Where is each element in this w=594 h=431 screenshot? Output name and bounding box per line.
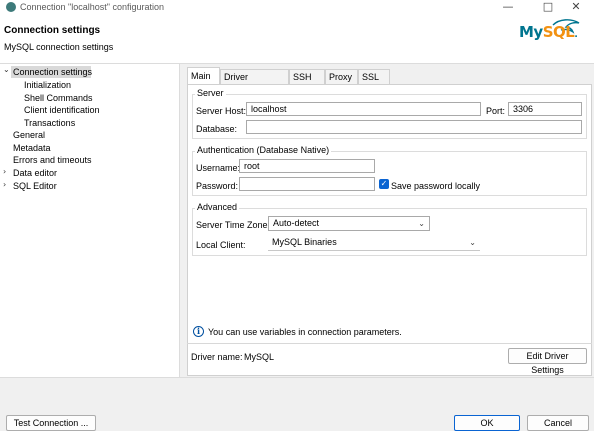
edit-driver-settings-button[interactable]: Edit Driver Settings (508, 348, 587, 375)
server-host-input[interactable]: localhost (246, 102, 481, 116)
chevron-right-icon[interactable]: › (3, 180, 11, 189)
authentication-group-title: Authentication (Database Native) (195, 145, 332, 155)
server-host-label: Server Host: (196, 106, 247, 116)
mysql-logo: MySQL. (519, 19, 581, 45)
server-timezone-select[interactable]: Auto-detect ⌄ (268, 216, 430, 231)
username-input[interactable]: root (239, 159, 375, 173)
page-title: Connection settings (4, 25, 101, 36)
tab-main[interactable]: Main (187, 67, 220, 84)
tree-item-data-editor[interactable]: Data editor (13, 167, 57, 179)
tab-ssh[interactable]: SSH (289, 69, 325, 84)
chevron-down-icon: ⌄ (469, 238, 476, 247)
server-group-title: Server (195, 88, 226, 98)
window-title: Connection "localhost" configuration (20, 2, 164, 12)
database-input[interactable] (246, 120, 582, 134)
tree-item-metadata[interactable]: Metadata (13, 142, 51, 154)
chevron-right-icon[interactable]: › (3, 167, 11, 176)
port-label: Port: (486, 106, 506, 116)
driver-name-value: MySQL (244, 352, 275, 362)
tree-item-errors-and-timeouts[interactable]: Errors and timeouts (13, 154, 92, 166)
save-password-label: Save password locally (391, 181, 481, 191)
chevron-down-icon: ⌄ (418, 219, 425, 228)
divider (187, 343, 592, 344)
username-label: Username: (196, 163, 241, 173)
ok-button[interactable]: OK (454, 415, 520, 431)
local-client-select[interactable]: MySQL Binaries ⌄ (268, 236, 480, 251)
password-input[interactable] (239, 177, 375, 191)
variables-info-text: You can use variables in connection para… (208, 327, 402, 337)
mysql-logo-text: MySQL. (519, 23, 578, 41)
settings-tree: Connection settings ⌄ Initialization She… (0, 64, 180, 377)
local-client-label: Local Client: (196, 240, 246, 250)
tree-item-transactions[interactable]: Transactions (24, 117, 75, 129)
tab-driver-properties[interactable]: Driver properties (220, 69, 289, 97)
save-password-checkbox[interactable]: ✓ (379, 179, 389, 189)
port-input[interactable]: 3306 (508, 102, 582, 116)
close-button[interactable]: ✕ (556, 0, 594, 14)
tree-item-shell-commands[interactable]: Shell Commands (24, 92, 93, 104)
server-timezone-label: Server Time Zone: (196, 220, 271, 230)
chevron-down-icon[interactable]: ⌄ (3, 65, 11, 74)
title-bar: Connection "localhost" configuration — □… (0, 0, 594, 14)
test-connection-button[interactable]: Test Connection ... (6, 415, 96, 431)
tree-item-general[interactable]: General (13, 129, 45, 141)
driver-name-label: Driver name: (191, 352, 243, 362)
page-subtitle: MySQL connection settings (4, 42, 114, 52)
dialog-header: Connection settings MySQL connection set… (0, 14, 594, 64)
tree-item-connection-settings[interactable]: Connection settings (11, 66, 92, 78)
password-label: Password: (196, 181, 239, 191)
tree-item-sql-editor[interactable]: SQL Editor (13, 180, 57, 192)
app-icon (6, 2, 16, 12)
tree-item-client-identification[interactable]: Client identification (24, 104, 100, 116)
info-icon: i (193, 326, 204, 337)
tab-proxy[interactable]: Proxy (325, 69, 358, 84)
tree-item-initialization[interactable]: Initialization (24, 79, 71, 91)
minimize-button[interactable]: — (488, 0, 528, 14)
cancel-button[interactable]: Cancel (527, 415, 589, 431)
database-label: Database: (196, 124, 238, 134)
tab-ssl[interactable]: SSL (358, 69, 390, 84)
advanced-group-title: Advanced (195, 202, 240, 212)
